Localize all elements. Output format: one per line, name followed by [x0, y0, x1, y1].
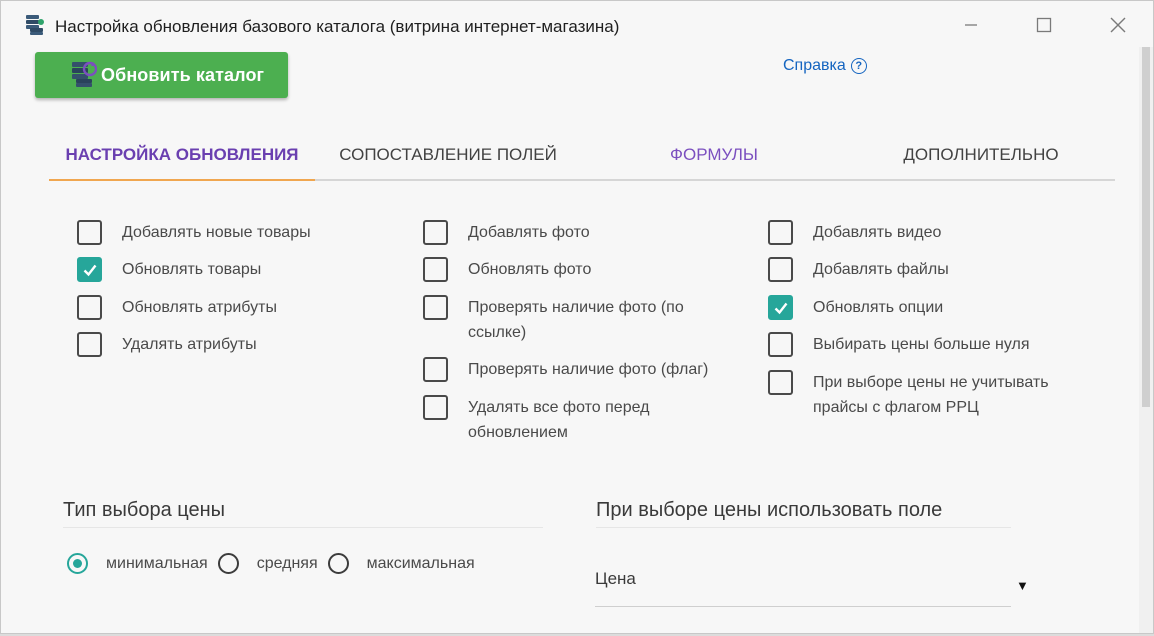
option-update-attributes[interactable]: Обновлять атрибуты [77, 295, 277, 320]
help-icon: ? [850, 58, 867, 74]
option-ignore-rrc-pricelists[interactable]: При выборе цены не учитывать прайсы с фл… [768, 370, 1073, 420]
database-refresh-icon [72, 61, 97, 87]
price-type-title: Тип выбора цены [63, 499, 226, 521]
window-title: Настройка обновления базового каталога (… [55, 17, 620, 36]
radio-circle[interactable] [327, 553, 349, 574]
option-label: Добавлять фото [468, 224, 590, 241]
option-label: Добавлять новые товары [122, 224, 311, 241]
radio-label: максимальная [366, 554, 475, 572]
update-catalog-button[interactable]: Обновить каталог [35, 52, 288, 98]
close-icon [1110, 17, 1126, 33]
tab-formulas[interactable]: ФОРМУЛЫ [581, 129, 847, 181]
option-label: Обновлять опции [813, 299, 944, 316]
price-type-radio-group: минимальная средняя максимальная [67, 553, 485, 574]
option-label: Добавлять видео [813, 224, 942, 241]
radio-label: минимальная [106, 554, 208, 572]
checkmark-icon [83, 264, 96, 276]
tab-additional[interactable]: ДОПОЛНИТЕЛЬНО [847, 129, 1115, 181]
vertical-scrollbar[interactable] [1139, 47, 1153, 633]
checkbox[interactable] [423, 395, 448, 420]
active-tab-indicator [49, 179, 315, 181]
radio-minimal[interactable]: минимальная [67, 553, 208, 574]
option-label: Удалять все фото перед обновлением [468, 399, 650, 441]
radio-average[interactable]: средняя [217, 553, 318, 574]
help-link[interactable]: Справка ? [783, 57, 867, 75]
maximize-icon [1036, 17, 1052, 33]
update-catalog-label: Обновить каталог [101, 64, 265, 85]
option-label: Проверять наличие фото (флаг) [468, 361, 709, 378]
dropdown-arrow-icon: ▼ [1016, 578, 1029, 593]
settings-window: Настройка обновления базового каталога (… [0, 0, 1154, 634]
tab-field-mapping[interactable]: СОПОСТАВЛЕНИЕ ПОЛЕЙ [315, 129, 581, 181]
checkbox[interactable] [77, 332, 102, 357]
option-label: Обновлять фото [468, 261, 592, 278]
option-prices-above-zero[interactable]: Выбирать цены больше нуля [768, 332, 1030, 357]
section-divider [63, 527, 543, 528]
radio-circle[interactable] [67, 553, 88, 574]
close-button[interactable] [1098, 9, 1138, 41]
checkbox[interactable] [423, 220, 448, 245]
title-bar: Настройка обновления базового каталога (… [1, 1, 1153, 49]
option-add-video[interactable]: Добавлять видео [768, 220, 941, 245]
tab-label: НАСТРОЙКА ОБНОВЛЕНИЯ [65, 145, 299, 164]
checkbox[interactable] [77, 295, 102, 320]
catalog-db-icon [26, 15, 44, 35]
radio-dot [73, 559, 82, 568]
option-delete-all-photos[interactable]: Удалять все фото перед обновлением [423, 395, 698, 445]
option-update-products[interactable]: Обновлять товары [77, 257, 261, 282]
price-field-title: При выборе цены использовать поле [596, 499, 943, 521]
radio-maximal[interactable]: максимальная [327, 553, 475, 574]
radio-label: средняя [256, 554, 318, 572]
option-label: Обновлять товары [122, 261, 262, 278]
checkbox[interactable] [423, 257, 448, 282]
option-add-photo[interactable]: Добавлять фото [423, 220, 590, 245]
section-divider [596, 527, 1011, 528]
tab-label: СОПОСТАВЛЕНИЕ ПОЛЕЙ [339, 145, 557, 164]
help-link-label: Справка [783, 57, 846, 74]
maximize-button[interactable] [1024, 9, 1064, 41]
checkbox[interactable] [423, 295, 448, 320]
checkbox[interactable] [77, 220, 102, 245]
option-delete-attributes[interactable]: Удалять атрибуты [77, 332, 257, 357]
option-label: Обновлять атрибуты [122, 299, 277, 316]
option-check-photo-flag[interactable]: Проверять наличие фото (флаг) [423, 357, 708, 382]
price-field-value: Цена [595, 569, 636, 588]
checkbox[interactable] [423, 357, 448, 382]
checkbox[interactable] [768, 332, 793, 357]
checkbox[interactable] [768, 220, 793, 245]
option-label: Проверять наличие фото (по ссылке) [468, 299, 684, 341]
price-field-select[interactable]: Цена ▼ [595, 559, 1029, 607]
checkbox[interactable] [768, 370, 793, 395]
radio-circle[interactable] [217, 553, 239, 574]
minimize-button[interactable] [951, 9, 991, 41]
option-update-photo[interactable]: Обновлять фото [423, 257, 591, 282]
checkbox[interactable] [768, 257, 793, 282]
option-label: Добавлять файлы [813, 261, 949, 278]
minimize-icon [965, 24, 977, 26]
checkmark-icon [774, 302, 787, 314]
scrollbar-thumb[interactable] [1142, 47, 1150, 407]
tab-bar: НАСТРОЙКА ОБНОВЛЕНИЯ СОПОСТАВЛЕНИЕ ПОЛЕЙ… [49, 129, 1115, 181]
option-update-options[interactable]: Обновлять опции [768, 295, 943, 320]
option-label: При выборе цены не учитывать прайсы с фл… [813, 374, 1049, 416]
tab-update-settings[interactable]: НАСТРОЙКА ОБНОВЛЕНИЯ [49, 129, 315, 181]
option-check-photo-link[interactable]: Проверять наличие фото (по ссылке) [423, 295, 718, 345]
tab-label: ДОПОЛНИТЕЛЬНО [903, 145, 1059, 164]
option-label: Удалять атрибуты [122, 336, 257, 353]
checkbox[interactable] [768, 295, 793, 320]
option-add-files[interactable]: Добавлять файлы [768, 257, 949, 282]
option-add-new-products[interactable]: Добавлять новые товары [77, 220, 311, 245]
option-label: Выбирать цены больше нуля [813, 336, 1030, 353]
checkbox[interactable] [77, 257, 102, 282]
tab-label: ФОРМУЛЫ [670, 145, 758, 164]
